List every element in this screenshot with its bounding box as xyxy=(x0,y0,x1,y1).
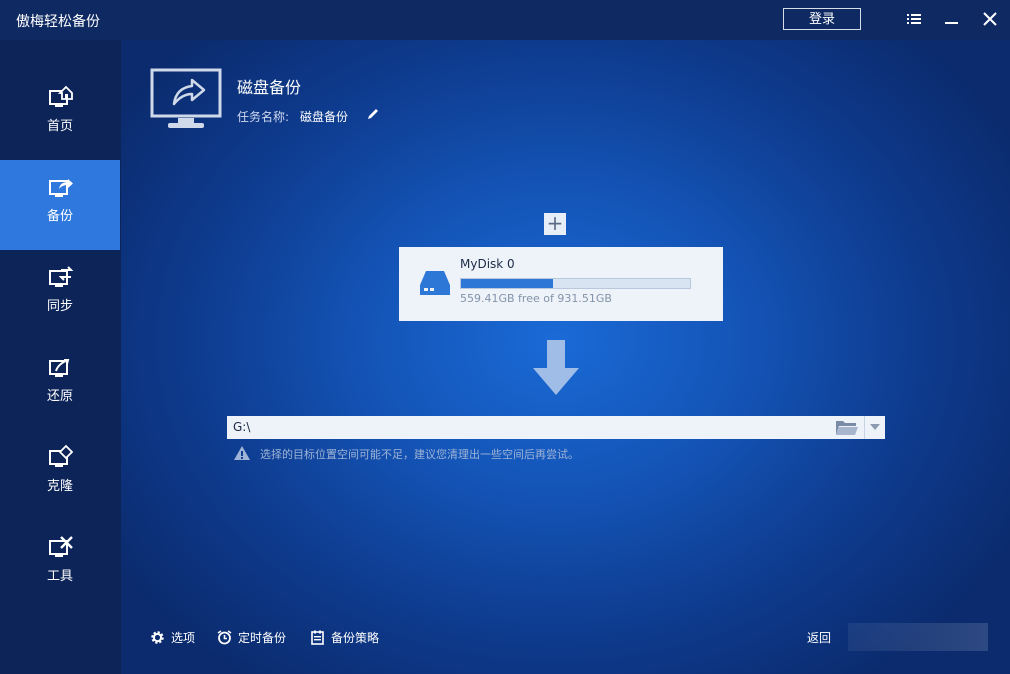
restore-monitor-icon xyxy=(49,359,70,377)
login-button[interactable]: 登录 xyxy=(783,8,861,30)
sidebar: 首页 备份 同步 还原 克隆 工具 xyxy=(0,40,121,674)
sidebar-item-clone[interactable]: 克隆 xyxy=(0,430,120,520)
scheme-label: 备份策略 xyxy=(331,631,380,645)
tools-monitor-icon xyxy=(49,536,73,557)
options-label: 选项 xyxy=(171,631,196,645)
app-title: 傲梅轻松备份 xyxy=(16,14,100,30)
options-button[interactable]: 选项 xyxy=(150,629,195,646)
clock-icon xyxy=(217,630,232,645)
destination-dropdown-button[interactable] xyxy=(864,416,886,439)
space-warning-text: 选择的目标位置空间可能不足，建议您清理出一些空间后再尝试。 xyxy=(260,448,579,461)
sidebar-item-label: 首页 xyxy=(46,119,73,134)
warning-icon xyxy=(234,446,250,460)
page-title: 磁盘备份 xyxy=(237,78,302,97)
task-name-label: 任务名称: xyxy=(237,110,290,124)
sidebar-item-label: 工具 xyxy=(46,569,73,584)
title-bar: 傲梅轻松备份 登录 xyxy=(0,0,1010,40)
scheme-list-icon xyxy=(311,630,324,645)
destination-path-field[interactable]: G:\ xyxy=(227,416,885,439)
disk-usage-fill xyxy=(461,279,553,288)
sidebar-item-label: 同步 xyxy=(46,299,73,314)
folder-open-icon[interactable] xyxy=(835,419,859,436)
destination-path-value: G:\ xyxy=(233,420,251,434)
back-button[interactable]: 返回 xyxy=(807,629,831,646)
menu-icon[interactable] xyxy=(903,8,925,30)
main-panel: 磁盘备份 任务名称: 磁盘备份 + MyDisk 0 559.41GB free… xyxy=(121,40,1010,674)
sync-monitor-icon xyxy=(49,266,74,287)
backup-monitor-icon xyxy=(49,179,73,197)
sidebar-item-backup[interactable]: 备份 xyxy=(0,160,120,250)
sidebar-item-label: 克隆 xyxy=(46,479,73,494)
arrow-down-icon xyxy=(533,340,579,395)
edit-pencil-icon[interactable] xyxy=(365,106,381,122)
sidebar-item-label: 备份 xyxy=(46,209,73,224)
sidebar-item-home[interactable]: 首页 xyxy=(0,70,120,160)
minimize-icon[interactable] xyxy=(941,8,963,30)
sidebar-item-sync[interactable]: 同步 xyxy=(0,250,120,340)
sidebar-item-tools[interactable]: 工具 xyxy=(0,520,120,610)
home-monitor-icon xyxy=(49,85,73,107)
disk-free-text: 559.41GB free of 931.51GB xyxy=(460,292,612,305)
backup-scheme-button[interactable]: 备份策略 xyxy=(310,629,379,646)
gear-icon xyxy=(151,631,164,644)
hard-disk-icon xyxy=(420,271,450,295)
schedule-label: 定时备份 xyxy=(238,631,287,645)
disk-backup-monitor-icon xyxy=(150,68,222,128)
source-disk-card[interactable]: MyDisk 0 559.41GB free of 931.51GB xyxy=(399,247,723,321)
close-icon[interactable] xyxy=(979,8,1001,30)
schedule-backup-button[interactable]: 定时备份 xyxy=(217,629,286,646)
sidebar-item-label: 还原 xyxy=(46,389,73,404)
chevron-down-icon xyxy=(870,424,880,430)
task-name-value: 磁盘备份 xyxy=(300,110,349,124)
disk-name: MyDisk 0 xyxy=(460,257,515,271)
add-source-button[interactable]: + xyxy=(544,213,566,235)
disk-usage-bar xyxy=(460,278,691,289)
sidebar-item-restore[interactable]: 还原 xyxy=(0,340,120,430)
clone-monitor-icon xyxy=(49,444,74,467)
start-backup-button[interactable] xyxy=(848,623,988,651)
